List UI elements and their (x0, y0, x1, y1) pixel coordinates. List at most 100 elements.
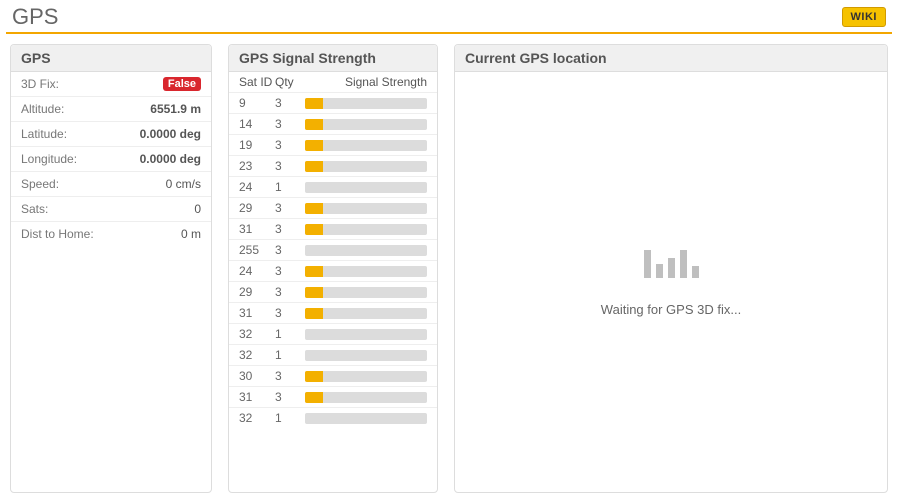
signal-row: 93 (229, 93, 437, 114)
sat-strength-bar (305, 119, 427, 130)
sat-qty: 3 (275, 264, 305, 278)
signal-row: 233 (229, 156, 437, 177)
gps-panel-title: GPS (11, 45, 211, 72)
sat-id: 24 (239, 264, 275, 278)
col-header-satid: Sat ID (239, 75, 275, 89)
signal-header-row: Sat ID Qty Signal Strength (229, 72, 437, 93)
gps-row-value: 0 (194, 202, 201, 216)
gps-row-value: 0 m (181, 227, 201, 241)
signal-row: 313 (229, 387, 437, 408)
signal-panel-title: GPS Signal Strength (229, 45, 437, 72)
signal-row: 2553 (229, 240, 437, 261)
sat-qty: 3 (275, 96, 305, 110)
signal-row: 313 (229, 303, 437, 324)
sat-strength-bar (305, 413, 427, 424)
sat-id: 9 (239, 96, 275, 110)
gps-row-label: 3D Fix: (21, 77, 59, 91)
gps-row: Dist to Home: 0 m (11, 222, 211, 246)
gps-row: Speed: 0 cm/s (11, 172, 211, 197)
gps-row: 3D Fix: False (11, 72, 211, 97)
sat-qty: 1 (275, 348, 305, 362)
sat-id: 30 (239, 369, 275, 383)
gps-3dfix-badge: False (163, 77, 201, 91)
signal-bars-icon (644, 248, 699, 278)
sat-strength-bar (305, 224, 427, 235)
gps-row-label: Latitude: (21, 127, 67, 141)
sat-strength-bar (305, 266, 427, 277)
sat-strength-bar (305, 203, 427, 214)
sat-strength-bar (305, 371, 427, 382)
signal-row: 321 (229, 408, 437, 428)
sat-qty: 3 (275, 117, 305, 131)
sat-strength-bar (305, 350, 427, 361)
sat-qty: 1 (275, 327, 305, 341)
sat-qty: 3 (275, 390, 305, 404)
gps-row-label: Sats: (21, 202, 48, 216)
location-waiting-text: Waiting for GPS 3D fix... (601, 302, 741, 317)
gps-row-label: Longitude: (21, 152, 77, 166)
gps-row-value: 6551.9 m (150, 102, 201, 116)
page-title: GPS (12, 4, 58, 30)
signal-row: 313 (229, 219, 437, 240)
signal-row: 321 (229, 324, 437, 345)
sat-id: 32 (239, 327, 275, 341)
sat-strength-bar (305, 329, 427, 340)
sat-qty: 3 (275, 243, 305, 257)
sat-strength-bar (305, 182, 427, 193)
gps-row: Longitude: 0.0000 deg (11, 147, 211, 172)
signal-row: 293 (229, 282, 437, 303)
sat-id: 32 (239, 348, 275, 362)
sat-qty: 3 (275, 306, 305, 320)
sat-id: 14 (239, 117, 275, 131)
sat-strength-bar (305, 245, 427, 256)
gps-row: Latitude: 0.0000 deg (11, 122, 211, 147)
sat-qty: 3 (275, 201, 305, 215)
sat-strength-bar (305, 287, 427, 298)
signal-row: 321 (229, 345, 437, 366)
sat-id: 29 (239, 201, 275, 215)
sat-qty: 3 (275, 159, 305, 173)
col-header-strength: Signal Strength (305, 75, 427, 89)
sat-id: 23 (239, 159, 275, 173)
gps-rows: 3D Fix: False Altitude: 6551.9 m Latitude: 0.… (11, 72, 211, 246)
gps-row: Altitude: 6551.9 m (11, 97, 211, 122)
signal-row: 143 (229, 114, 437, 135)
panels-container: GPS 3D Fix: False Altitude: 6551.9 m Latitud… (6, 44, 892, 493)
sat-qty: 1 (275, 411, 305, 425)
sat-id: 31 (239, 306, 275, 320)
sat-qty: 3 (275, 285, 305, 299)
sat-id: 31 (239, 390, 275, 404)
signal-row: 193 (229, 135, 437, 156)
signal-panel: GPS Signal Strength Sat ID Qty Signal St… (228, 44, 438, 493)
location-panel-title: Current GPS location (455, 45, 887, 72)
gps-row: Sats: 0 (11, 197, 211, 222)
sat-id: 31 (239, 222, 275, 236)
wiki-button[interactable]: WIKI (842, 7, 886, 27)
sat-qty: 1 (275, 180, 305, 194)
sat-id: 19 (239, 138, 275, 152)
signal-row: 303 (229, 366, 437, 387)
page-header: GPS WIKI (6, 4, 892, 34)
signal-rows: 9314319323324129331325532432933133213213… (229, 93, 437, 428)
sat-strength-bar (305, 392, 427, 403)
sat-id: 29 (239, 285, 275, 299)
signal-row: 241 (229, 177, 437, 198)
gps-row-label: Dist to Home: (21, 227, 94, 241)
gps-row-value: 0.0000 deg (140, 152, 201, 166)
sat-qty: 3 (275, 369, 305, 383)
gps-row-value: 0 cm/s (166, 177, 201, 191)
sat-id: 32 (239, 411, 275, 425)
gps-row-value: 0.0000 deg (140, 127, 201, 141)
sat-qty: 3 (275, 138, 305, 152)
sat-strength-bar (305, 161, 427, 172)
sat-strength-bar (305, 98, 427, 109)
gps-row-label: Speed: (21, 177, 59, 191)
sat-strength-bar (305, 308, 427, 319)
sat-qty: 3 (275, 222, 305, 236)
gps-row-label: Altitude: (21, 102, 64, 116)
sat-strength-bar (305, 140, 427, 151)
location-panel: Current GPS location Waiting for GPS 3D … (454, 44, 888, 493)
location-body: Waiting for GPS 3D fix... (455, 72, 887, 492)
signal-row: 293 (229, 198, 437, 219)
sat-id: 24 (239, 180, 275, 194)
